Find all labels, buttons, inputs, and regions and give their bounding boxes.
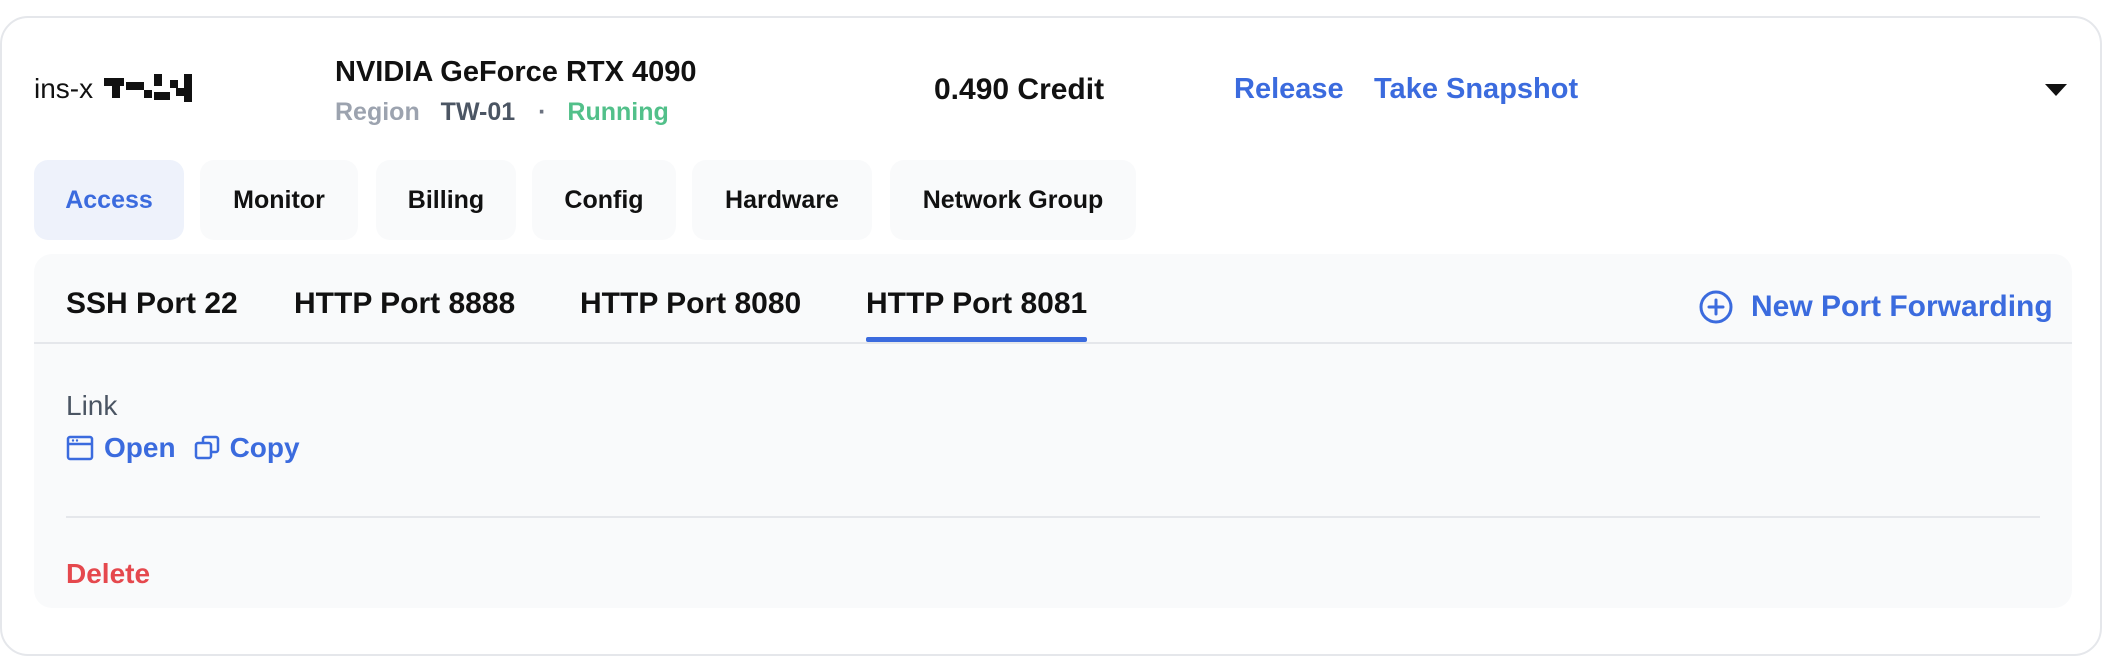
delete-port-button[interactable]: Delete [66, 558, 150, 590]
tab-billing[interactable]: Billing [376, 160, 516, 240]
instance-meta: Region TW-01 · Running [335, 98, 669, 127]
port-tabs: SSH Port 22 HTTP Port 8888 HTTP Port 808… [34, 254, 2072, 344]
tab-monitor[interactable]: Monitor [200, 160, 358, 240]
tab-config[interactable]: Config [532, 160, 676, 240]
port-tab-http-8081[interactable]: HTTP Port 8081 [866, 287, 1088, 342]
section-divider [66, 516, 2040, 518]
link-label: Link [66, 390, 118, 421]
region-value: TW-01 [440, 98, 516, 126]
instance-card: ins-x NVIDIA GeForce RTX 4090 Region TW-… [0, 16, 2102, 656]
gpu-model: NVIDIA GeForce RTX 4090 [335, 56, 697, 88]
open-link-button[interactable]: Open [66, 432, 176, 464]
port-tab-ssh-22[interactable]: SSH Port 22 [66, 287, 238, 321]
copy-link-button[interactable]: Copy [194, 432, 300, 464]
tab-network-group[interactable]: Network Group [890, 160, 1136, 240]
open-label: Open [104, 432, 176, 463]
plus-circle-icon [1699, 290, 1733, 324]
meta-separator: · [538, 98, 547, 126]
access-panel: SSH Port 22 HTTP Port 8888 HTTP Port 808… [34, 254, 2072, 608]
instance-name: ins-x [34, 73, 94, 104]
new-port-forwarding-button[interactable]: New Port Forwarding [1699, 290, 2053, 324]
tab-access[interactable]: Access [34, 160, 184, 240]
credit-rate: 0.490 Credit [934, 73, 1105, 106]
take-snapshot-button[interactable]: Take Snapshot [1374, 73, 1578, 106]
tab-hardware[interactable]: Hardware [692, 160, 872, 240]
status-badge: Running [567, 98, 669, 126]
instance-header: ins-x NVIDIA GeForce RTX 4090 Region TW-… [2, 18, 2100, 158]
copy-label: Copy [229, 432, 300, 463]
port-tab-http-8888[interactable]: HTTP Port 8888 [294, 287, 515, 321]
link-actions: Open Copy [66, 432, 318, 464]
new-port-forwarding-label: New Port Forwarding [1751, 290, 2053, 323]
browser-window-icon [66, 435, 94, 461]
chevron-down-icon[interactable] [2045, 84, 2067, 96]
copy-icon [194, 435, 219, 460]
port-tab-http-8080[interactable]: HTTP Port 8080 [580, 287, 801, 321]
region-label: Region [335, 98, 420, 126]
redacted-instance-id [104, 74, 198, 104]
release-button[interactable]: Release [1234, 73, 1344, 106]
